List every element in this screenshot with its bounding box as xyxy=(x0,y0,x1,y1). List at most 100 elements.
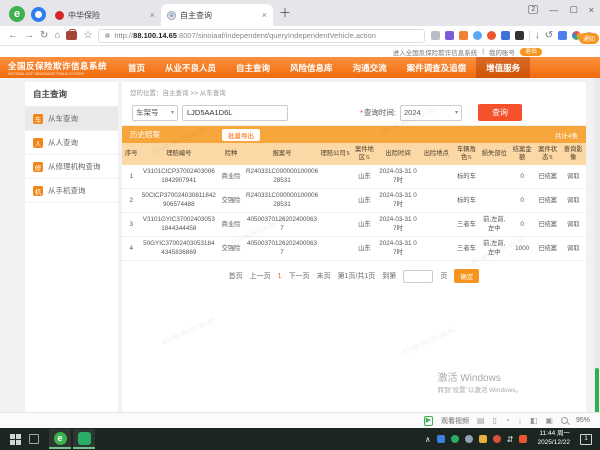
browser-logo-icon[interactable]: e xyxy=(9,6,25,22)
notification-center-icon[interactable]: 1 xyxy=(580,434,592,445)
site-info-icon[interactable] xyxy=(105,33,110,38)
col-vehicle-role[interactable]: 车辆角色⇅ xyxy=(454,143,480,165)
tab-close-icon[interactable]: × xyxy=(150,10,155,20)
tray-lock-icon[interactable] xyxy=(479,435,487,443)
taskbar-app-browser[interactable]: e xyxy=(49,429,71,449)
zoom-lens-icon[interactable] xyxy=(561,417,568,424)
tray-blue-icon[interactable] xyxy=(437,435,445,443)
history-undo-icon[interactable]: ↺ xyxy=(545,31,553,41)
forward-icon[interactable]: → xyxy=(24,31,34,41)
taskbar-app-wechat[interactable] xyxy=(73,429,95,449)
extension-blue-circle-icon[interactable] xyxy=(473,31,482,40)
tray-expand-icon[interactable]: ∧ xyxy=(425,435,431,444)
prev-page-link[interactable]: 上一页 xyxy=(250,271,271,281)
table-row: 4 50GYIC370024030531844345836869 交强险 405… xyxy=(122,237,586,261)
nav-item-self-query[interactable]: 自主查询 xyxy=(226,57,280,78)
zoom-level[interactable]: 95% xyxy=(576,417,590,424)
retrieve-link[interactable]: 调取 xyxy=(560,237,586,261)
field-type-select[interactable]: 车架号 ▾ xyxy=(132,105,178,121)
close-button[interactable]: × xyxy=(589,5,594,15)
last-page-link[interactable]: 末页 xyxy=(317,271,331,281)
extension-red-circle-icon[interactable] xyxy=(487,31,496,40)
nav-item-bad-practitioners[interactable]: 从业不良人员 xyxy=(155,57,226,78)
fullscreen-icon[interactable]: ▣ xyxy=(545,416,553,425)
retrieve-link[interactable]: 调取 xyxy=(560,165,586,189)
taskbar-clock[interactable]: 11:44 周一 2025/12/22 xyxy=(537,430,570,448)
retrieve-link[interactable]: 调取 xyxy=(560,213,586,237)
start-button[interactable] xyxy=(10,434,21,445)
scrollbar-thumb[interactable] xyxy=(595,368,599,414)
retrieve-link[interactable]: 调取 xyxy=(560,189,586,213)
reader-icon[interactable]: ◔ xyxy=(505,416,510,425)
mute-icon[interactable]: ◧ xyxy=(530,416,538,425)
my-account-link[interactable]: 我的账号 xyxy=(489,47,515,57)
tab-close-icon[interactable]: × xyxy=(262,10,267,20)
tray-red-icon[interactable] xyxy=(493,435,501,443)
bookmark-star-icon[interactable]: ☆ xyxy=(83,31,92,41)
tab-title: 自主查询 xyxy=(180,10,258,21)
sidebar-item-query-by-person[interactable]: 人 从人查询 xyxy=(25,131,118,155)
watch-video-label[interactable]: 观看视频 xyxy=(441,416,469,426)
current-page[interactable]: 1 xyxy=(278,273,282,280)
page-scrollbar[interactable] xyxy=(594,78,600,412)
minimize-button[interactable]: — xyxy=(549,5,558,15)
extension-scissors-icon[interactable] xyxy=(431,31,440,40)
back-icon[interactable]: ← xyxy=(8,31,18,41)
sidebar-item-query-by-vehicle[interactable]: 车 从车查询 xyxy=(25,107,118,131)
vin-input[interactable]: LJD5AA1D6L xyxy=(182,105,288,121)
tray-person-icon[interactable] xyxy=(465,435,473,443)
download-tray-icon[interactable]: ↓ xyxy=(518,416,522,425)
reload-icon[interactable]: ↻ xyxy=(40,31,48,41)
extension-orange-icon[interactable] xyxy=(459,31,468,40)
logout-button[interactable]: 退出 xyxy=(520,48,542,56)
nav-item-risk-library[interactable]: 风险信息库 xyxy=(280,57,343,78)
tab-self-query[interactable]: ⊕ 自主查询 × xyxy=(161,4,273,26)
tray-sogou-icon[interactable] xyxy=(519,435,527,443)
cell xyxy=(419,165,454,189)
extension-dark-icon[interactable] xyxy=(515,31,524,40)
address-bar[interactable]: http://88.100.14.65:8007/sinoiaaf/indepe… xyxy=(98,29,424,43)
multi-window-badge[interactable]: 2 xyxy=(528,5,538,14)
sort-icon[interactable]: ⇅ xyxy=(365,155,370,161)
enter-system-link[interactable]: 进入全国反保险欺诈信息系统 xyxy=(393,47,478,57)
speed-dial-icon[interactable] xyxy=(31,7,46,22)
batch-export-button[interactable]: 批量导出 xyxy=(222,129,260,141)
favorites-folder-icon[interactable] xyxy=(66,31,77,40)
nav-item-home[interactable]: 首页 xyxy=(118,57,155,78)
sidebar-item-query-by-phone[interactable]: 机 从手机查询 xyxy=(25,179,118,203)
next-page-link[interactable]: 下一页 xyxy=(289,271,310,281)
query-time-select[interactable]: 2024 ▾ xyxy=(400,105,462,121)
goto-confirm-button[interactable]: 确定 xyxy=(454,269,479,283)
query-time-value: 2024 xyxy=(404,108,421,117)
extension-purple-icon[interactable] xyxy=(445,31,454,40)
goto-page-input[interactable] xyxy=(403,270,433,283)
cell: R240331C00000010000628531 xyxy=(245,165,319,189)
col-case-region[interactable]: 案件地区⇅ xyxy=(352,143,378,165)
app-blue-icon[interactable] xyxy=(558,31,567,40)
notification-tag[interactable]: 通知 xyxy=(579,33,599,44)
nav-item-case-investigation[interactable]: 案件调查及追偿 xyxy=(397,57,477,78)
home-icon[interactable]: ⌂ xyxy=(54,31,60,41)
new-tab-button[interactable]: ＋ xyxy=(279,4,291,21)
download-icon[interactable]: ↓ xyxy=(535,31,540,41)
task-view-icon[interactable] xyxy=(29,434,39,444)
shield-icon[interactable]: ▤ xyxy=(477,416,485,425)
tray-network-icon[interactable]: ⇵ xyxy=(507,435,514,444)
col-case-status[interactable]: 案件状态⇅ xyxy=(535,143,561,165)
sidebar-item-query-by-repair-org[interactable]: 修 从修理机构查询 xyxy=(25,155,118,179)
first-page-link[interactable]: 首页 xyxy=(229,271,243,281)
nav-item-value-added[interactable]: 增值服务 xyxy=(476,57,530,78)
mobile-view-icon[interactable]: ▯ xyxy=(493,416,497,425)
maximize-button[interactable]: ▢ xyxy=(569,4,578,15)
cell: 山东 xyxy=(352,189,378,213)
query-button[interactable]: 查询 xyxy=(478,104,522,121)
tray-green-icon[interactable] xyxy=(451,435,459,443)
tab-zhonghua[interactable]: 中华保险 × xyxy=(49,4,161,26)
sort-icon[interactable]: ⇅ xyxy=(467,155,472,161)
play-icon[interactable]: ▶ xyxy=(424,416,433,426)
nav-item-communication[interactable]: 沟通交流 xyxy=(343,57,397,78)
extension-blue-icon[interactable] xyxy=(501,31,510,40)
sort-icon[interactable]: ⇅ xyxy=(346,151,351,157)
col-claim-company[interactable]: 理赔公司⇅ xyxy=(319,143,351,165)
sort-icon[interactable]: ⇅ xyxy=(548,155,553,161)
